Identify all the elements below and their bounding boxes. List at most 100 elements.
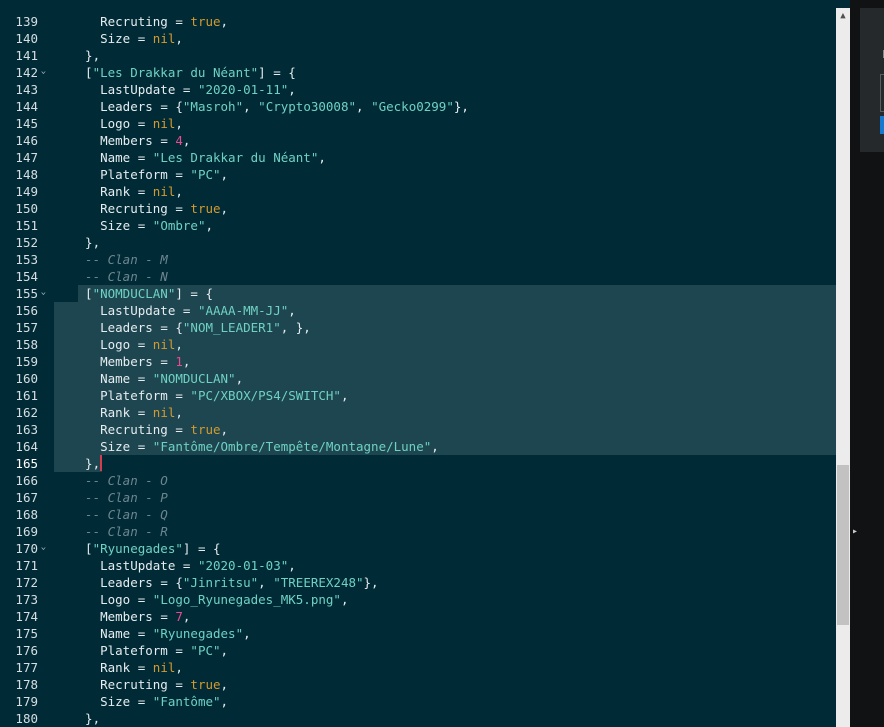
code-line[interactable]: ["Les Drakkar du Néant"] = {	[70, 64, 296, 81]
code-token: ,	[220, 677, 229, 692]
line-number: 154	[15, 269, 38, 284]
code-line[interactable]: Size = nil,	[70, 30, 183, 47]
code-editor[interactable]: 139 140 141 142 › 143 144 145 146 147 148 149 150 151…	[0, 0, 836, 727]
code-token: true	[190, 422, 221, 437]
code-token: "Crypto30008"	[258, 99, 357, 114]
code-token: "PC"	[190, 167, 221, 182]
chevron-right-icon[interactable]: ›	[35, 545, 52, 551]
code-line[interactable]: ["Ryunegades"] = {	[70, 540, 220, 557]
code-token: true	[190, 677, 221, 692]
code-token: "Fantôme"	[152, 694, 221, 709]
code-line[interactable]: Rank = nil,	[70, 183, 183, 200]
code-line[interactable]: Members = 4,	[70, 132, 190, 149]
text-cursor	[100, 455, 102, 471]
code-line[interactable]: LastUpdate = "2020-01-11",	[70, 81, 296, 98]
code-token: ,	[356, 99, 372, 114]
chevron-right-icon[interactable]: ›	[35, 290, 52, 296]
code-line[interactable]: Recruting = true,	[70, 13, 228, 30]
code-token: ,	[175, 405, 183, 420]
line-number: 140	[15, 31, 38, 46]
code-line[interactable]: },	[70, 455, 100, 472]
code-token: =	[137, 184, 153, 199]
code-token: LastUpdate	[70, 82, 183, 97]
code-token: Members	[70, 354, 161, 369]
chevron-right-icon[interactable]: ›	[35, 69, 52, 75]
code-token: Logo	[70, 337, 138, 352]
code-token: ,	[205, 218, 214, 233]
side-card-input[interactable]	[880, 74, 884, 112]
code-token: "Gecko0299"	[371, 99, 454, 114]
code-line[interactable]: Members = 7,	[70, 608, 190, 625]
code-token: },	[70, 456, 101, 471]
code-token: },	[453, 99, 469, 114]
code-line[interactable]: Recruting = true,	[70, 421, 228, 438]
code-line[interactable]: },	[70, 47, 100, 64]
code-token: =	[175, 422, 191, 437]
code-line[interactable]: LastUpdate = "2020-01-03",	[70, 557, 296, 574]
code-line[interactable]: },	[70, 710, 100, 727]
code-line[interactable]: Rank = nil,	[70, 659, 183, 676]
code-line[interactable]: Members = 1,	[70, 353, 190, 370]
code-token: =	[137, 150, 153, 165]
line-number: 169	[15, 524, 38, 539]
code-line[interactable]: Leaders = {"NOM_LEADER1", },	[70, 319, 311, 336]
line-number: 148	[15, 167, 38, 182]
line-number: 179	[15, 694, 38, 709]
code-line[interactable]: -- Clan - R	[70, 523, 168, 540]
code-line[interactable]: -- Clan - O	[70, 472, 168, 489]
line-number: 160	[15, 371, 38, 386]
code-token: Members	[70, 133, 161, 148]
line-number: 174	[15, 609, 38, 624]
code-line[interactable]: Leaders = {"Jinritsu", "TREEREX248"},	[70, 574, 379, 591]
code-line[interactable]: },	[70, 234, 100, 251]
code-token: Rank	[70, 184, 138, 199]
code-line[interactable]: Size = "Fantôme/Ombre/Tempête/Montagne/L…	[70, 438, 439, 455]
code-token: Members	[70, 609, 161, 624]
code-token: =	[175, 167, 191, 182]
scrollbar-thumb[interactable]	[837, 465, 849, 625]
code-token: "PC"	[190, 643, 221, 658]
code-token: ,	[220, 694, 229, 709]
code-line[interactable]: Leaders = {"Masroh", "Crypto30008", "Gec…	[70, 98, 469, 115]
code-token: "NOMDUCLAN"	[152, 371, 236, 386]
code-line[interactable]: Plateform = "PC/XBOX/PS4/SWITCH",	[70, 387, 348, 404]
code-token: ] = {	[258, 65, 296, 80]
code-token: ,	[431, 439, 439, 454]
code-line[interactable]: Plateform = "PC",	[70, 166, 228, 183]
code-token: LastUpdate	[70, 303, 183, 318]
code-token: Logo	[70, 116, 138, 131]
code-line[interactable]: Recruting = true,	[70, 200, 228, 217]
code-line[interactable]: -- Clan - P	[70, 489, 168, 506]
vertical-scrollbar[interactable]: ▲	[836, 8, 850, 727]
line-number: 152	[15, 235, 38, 250]
expand-arrow-icon[interactable]: ▸	[850, 526, 860, 537]
code-line[interactable]: Plateform = "PC",	[70, 642, 228, 659]
code-token: Recruting	[70, 201, 176, 216]
code-token: ,	[288, 82, 296, 97]
code-line[interactable]: -- Clan - M	[70, 251, 168, 268]
side-card-button[interactable]	[880, 116, 884, 134]
code-token: LastUpdate	[70, 558, 183, 573]
code-line[interactable]: Name = "NOMDUCLAN",	[70, 370, 243, 387]
code-line[interactable]: Logo = "Logo_Ryunegades_MK5.png",	[70, 591, 348, 608]
scroll-up-icon[interactable]: ▲	[836, 8, 850, 25]
code-line[interactable]: ["NOMDUCLAN"] = {	[70, 285, 213, 302]
code-line[interactable]: Name = "Ryunegades",	[70, 625, 251, 642]
code-line[interactable]: -- Clan - N	[70, 268, 168, 285]
code-line[interactable]: Recruting = true,	[70, 676, 228, 693]
line-number: 167	[15, 490, 38, 505]
code-token: "Fantôme/Ombre/Tempête/Montagne/Lune"	[152, 439, 432, 454]
code-line[interactable]: LastUpdate = "AAAA-MM-JJ",	[70, 302, 296, 319]
code-line[interactable]: Rank = nil,	[70, 404, 183, 421]
code-token: "Les Drakkar du Néant"	[152, 150, 319, 165]
code-token: = {	[160, 575, 183, 590]
code-line[interactable]: Logo = nil,	[70, 336, 183, 353]
code-token: =	[137, 116, 153, 131]
code-token: =	[137, 592, 153, 607]
code-line[interactable]: Size = "Ombre",	[70, 217, 213, 234]
code-line[interactable]: Logo = nil,	[70, 115, 183, 132]
code-line[interactable]: Name = "Les Drakkar du Néant",	[70, 149, 326, 166]
code-line[interactable]: Size = "Fantôme",	[70, 693, 228, 710]
code-token: ,	[220, 201, 229, 216]
code-line[interactable]: -- Clan - Q	[70, 506, 168, 523]
